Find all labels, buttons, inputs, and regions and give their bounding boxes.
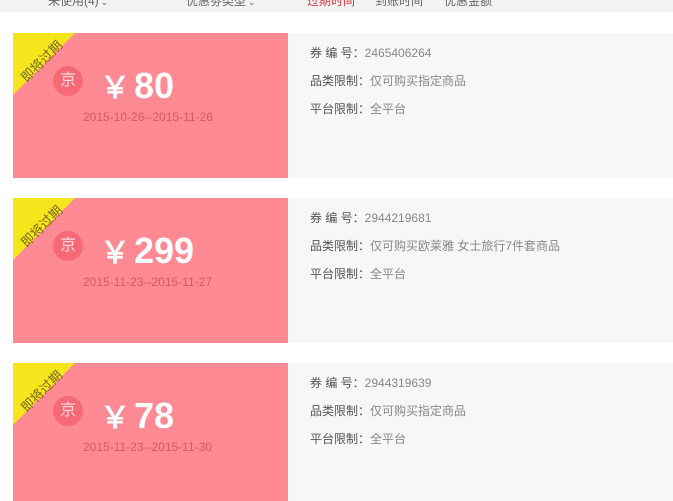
tab-label: 优惠金额 [444,0,493,8]
platform-label: 平台限制： [310,432,371,446]
code-value: 2465406264 [364,46,432,60]
coupon-card[interactable]: 即将过期 京 ￥ 78 2015-11-23--2015-11-30 券 编 号：… [13,363,673,501]
tab-coupon-amount[interactable]: 优惠金额 [444,0,492,9]
coupon-info: 券 编 号：2944219681 品类限制：仅可购买欧莱雅 女士旅行7件套商品 … [310,210,560,294]
currency-symbol: ￥ [100,237,130,270]
tab-unused[interactable]: 未使用(4) ⌄ [48,0,108,9]
coupon-card[interactable]: 即将过期 京 ￥ 299 2015-11-23--2015-11-27 券 编 号… [13,198,673,343]
coupon-date-range: 2015-10-26--2015-11-26 [83,110,213,124]
platform-limit-row: 平台限制：全平台 [310,266,560,294]
coupon-face: 即将过期 京 ￥ 299 2015-11-23--2015-11-27 [13,198,288,343]
coupon-price: ￥ 299 [100,228,194,272]
product-limit-row: 品类限制：仅可购买指定商品 [310,403,466,431]
coupon-face: 即将过期 京 ￥ 80 2015-10-26--2015-11-26 [13,33,288,178]
platform-label: 平台限制： [310,267,371,281]
serrated-edge [283,198,288,343]
tab-expire-time[interactable]: 过期时间 [307,0,355,9]
coupon-amount: 299 [134,230,195,271]
coupon-amount: 78 [134,395,175,436]
serrated-edge [283,363,288,501]
currency-symbol: ￥ [100,72,130,105]
platform-value: 全平台 [370,102,407,116]
tab-label: 未使用(4) [48,0,99,8]
coupon-amount: 80 [134,65,175,106]
product-label: 品类限制： [310,74,371,88]
jd-shop-badge-icon: 京 [53,231,83,261]
tab-arrival-time[interactable]: 到账时间 [375,0,423,9]
platform-limit-row: 平台限制：全平台 [310,101,466,129]
coupon-date-range: 2015-11-23--2015-11-27 [83,275,212,289]
code-label: 券 编 号： [310,46,365,60]
tab-label: 优惠劵类型 [186,0,247,8]
platform-limit-row: 平台限制：全平台 [310,431,466,459]
coupon-info: 券 编 号：2944319639 品类限制：仅可购买指定商品 平台限制：全平台 [310,375,466,459]
coupon-date-range: 2015-11-23--2015-11-30 [83,440,212,454]
serrated-edge [283,33,288,178]
platform-label: 平台限制： [310,102,371,116]
chevron-down-icon: ⌄ [248,0,256,7]
code-value: 2944319639 [364,376,432,390]
platform-value: 全平台 [370,267,407,281]
jd-shop-badge-icon: 京 [53,66,83,96]
product-limit-row: 品类限制：仅可购买指定商品 [310,73,466,101]
code-label: 券 编 号： [310,211,365,225]
product-value: 仅可购买欧莱雅 女士旅行7件套商品 [370,239,561,253]
chevron-down-icon: ⌄ [100,0,109,7]
platform-value: 全平台 [370,432,407,446]
product-value: 仅可购买指定商品 [370,404,467,418]
tab-coupon-type[interactable]: 优惠劵类型 ⌄ [186,0,256,9]
product-label: 品类限制： [310,239,371,253]
product-value: 仅可购买指定商品 [370,74,467,88]
coupon-card[interactable]: 即将过期 京 ￥ 80 2015-10-26--2015-11-26 券 编 号：… [13,33,673,178]
coupon-code-row: 券 编 号：2465406264 [310,45,466,73]
coupon-face: 即将过期 京 ￥ 78 2015-11-23--2015-11-30 [13,363,288,501]
tab-label: 过期时间 [307,0,356,8]
product-limit-row: 品类限制：仅可购买欧莱雅 女士旅行7件套商品 [310,238,560,266]
code-value: 2944219681 [364,211,432,225]
currency-symbol: ￥ [100,402,130,435]
coupon-info: 券 编 号：2465406264 品类限制：仅可购买指定商品 平台限制：全平台 [310,45,466,129]
code-label: 券 编 号： [310,376,365,390]
coupon-code-row: 券 编 号：2944219681 [310,210,560,238]
product-label: 品类限制： [310,404,371,418]
coupon-code-row: 券 编 号：2944319639 [310,375,466,403]
tab-label: 到账时间 [375,0,424,8]
coupon-price: ￥ 80 [100,63,174,107]
coupon-price: ￥ 78 [100,393,174,437]
filter-tab-bar: 未使用(4) ⌄ 优惠劵类型 ⌄ 过期时间 到账时间 优惠金额 [0,0,673,12]
jd-shop-badge-icon: 京 [53,396,83,426]
